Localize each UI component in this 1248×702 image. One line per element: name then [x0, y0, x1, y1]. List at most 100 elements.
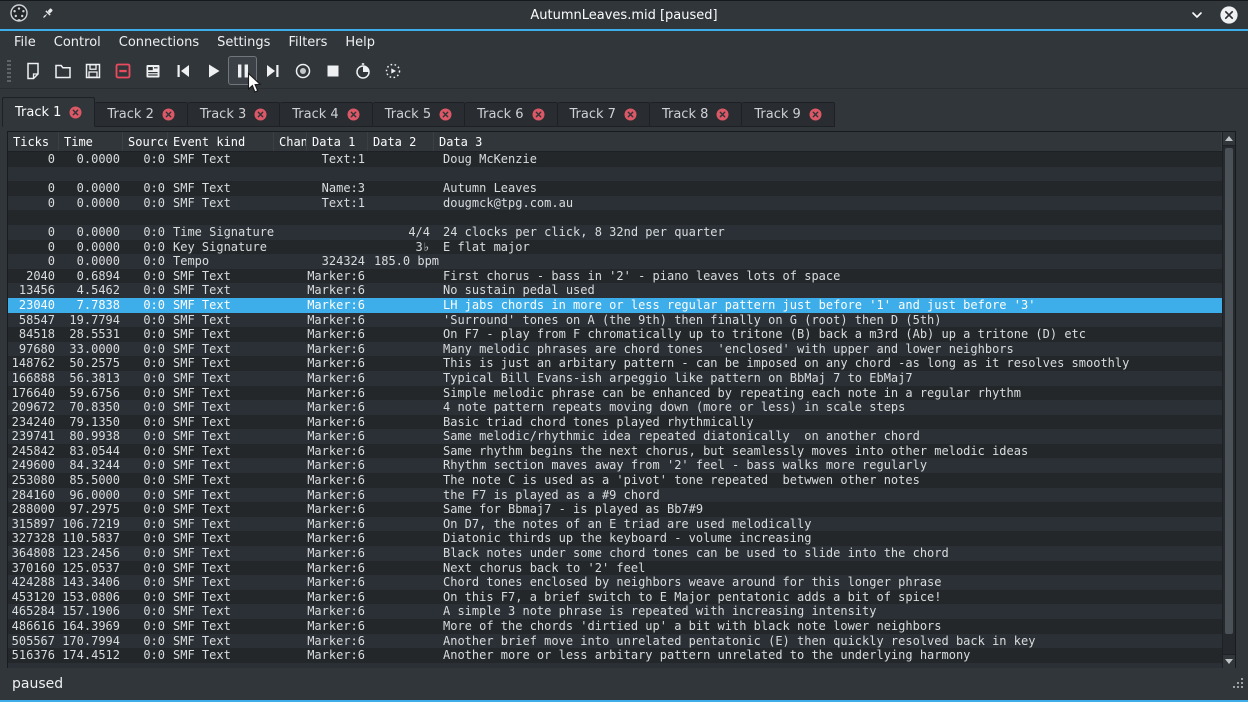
stop-button[interactable] — [318, 56, 347, 85]
column-header-source[interactable]: Source — [123, 132, 168, 151]
table-row[interactable] — [8, 167, 1222, 182]
event-table: TicksTimeSourceEvent kindChanData 1Data … — [7, 131, 1236, 669]
table-row[interactable]: 8451828.55310:0SMF TextMarker:6On F7 - p… — [8, 327, 1222, 342]
tab-close-icon[interactable] — [162, 108, 175, 121]
table-row[interactable]: 23424079.13500:0SMF TextMarker:6Basic tr… — [8, 415, 1222, 430]
cell-ticks: 453120 — [8, 590, 59, 605]
table-row[interactable]: 00.00000:0Tempo324324185.0 bpm — [8, 254, 1222, 269]
pause-button[interactable] — [228, 56, 257, 85]
table-row[interactable]: 364808123.24560:0SMF TextMarker:6Black n… — [8, 546, 1222, 561]
cell-event: SMF Text — [168, 619, 274, 634]
tab-track-4[interactable]: Track 4 — [280, 102, 372, 127]
tab-close-icon[interactable] — [254, 108, 267, 121]
table-row[interactable]: 516376174.45120:0SMF TextMarker:6Another… — [8, 648, 1222, 663]
tab-track-8[interactable]: Track 8 — [650, 102, 742, 127]
tab-close-icon[interactable] — [532, 108, 545, 121]
table-row[interactable]: 24960084.32440:0SMF TextMarker:6Rhythm s… — [8, 458, 1222, 473]
tab-track-2[interactable]: Track 2 — [95, 102, 187, 127]
menu-file[interactable]: File — [5, 33, 45, 52]
skip-backward-button[interactable] — [168, 56, 197, 85]
table-row[interactable]: 25308085.50000:0SMF TextMarker:6The note… — [8, 473, 1222, 488]
tab-track-7[interactable]: Track 7 — [558, 102, 650, 127]
table-row[interactable]: 00.00000:0Time Signature4/424 clocks per… — [8, 225, 1222, 240]
chevron-down-icon[interactable] — [1187, 5, 1207, 25]
tab-close-icon[interactable] — [809, 108, 822, 121]
timer-play-button[interactable] — [378, 56, 407, 85]
column-header-event[interactable]: Event kind — [168, 132, 274, 151]
table-row[interactable]: 23974180.99380:0SMF TextMarker:6Same mel… — [8, 429, 1222, 444]
table-row[interactable]: 16688856.38130:0SMF TextMarker:6Typical … — [8, 371, 1222, 386]
table-row[interactable]: 20400.68940:0SMF TextMarker:6First choru… — [8, 269, 1222, 284]
cell-data1: Marker:6 — [307, 648, 368, 663]
scrollbar-up-button[interactable] — [1223, 132, 1235, 146]
table-row[interactable]: 24584283.05440:0SMF TextMarker:6Same rhy… — [8, 444, 1222, 459]
table-row[interactable]: 327328110.58370:0SMF TextMarker:6Diatoni… — [8, 531, 1222, 546]
menu-connections[interactable]: Connections — [110, 33, 208, 52]
tab-track-6[interactable]: Track 6 — [465, 102, 557, 127]
tab-track-1[interactable]: Track 1 — [2, 97, 95, 127]
cell-chan — [274, 196, 307, 211]
menu-help[interactable]: Help — [336, 33, 384, 52]
skip-forward-button[interactable] — [258, 56, 287, 85]
table-row[interactable]: 424288143.34060:0SMF TextMarker:6Chord t… — [8, 575, 1222, 590]
table-row[interactable]: 465284157.19060:0SMF TextMarker:6A simpl… — [8, 604, 1222, 619]
titlebar[interactable]: AutumnLeaves.mid [paused] — [0, 1, 1248, 29]
menu-settings[interactable]: Settings — [208, 33, 279, 52]
tab-close-icon[interactable] — [716, 108, 729, 121]
scrollbar-down-button[interactable] — [1223, 654, 1235, 668]
tab-close-icon[interactable] — [439, 108, 452, 121]
scrollbar-thumb[interactable] — [1225, 148, 1233, 634]
column-header-chan[interactable]: Chan — [274, 132, 307, 151]
column-header-data2[interactable]: Data 2 — [368, 132, 434, 151]
vertical-scrollbar[interactable] — [1222, 132, 1235, 668]
tab-track-5[interactable]: Track 5 — [373, 102, 465, 127]
timer-button[interactable] — [348, 56, 377, 85]
table-row[interactable]: 14876250.25750:0SMF TextMarker:6This is … — [8, 356, 1222, 371]
open-file-button[interactable] — [48, 56, 77, 85]
tab-track-9[interactable]: Track 9 — [742, 102, 834, 127]
play-button[interactable] — [198, 56, 227, 85]
table-row[interactable]: 00.00000:0SMF TextText:1dougmck@tpg.com.… — [8, 196, 1222, 211]
column-header-data3[interactable]: Data 3 — [434, 132, 1222, 151]
record-button[interactable] — [288, 56, 317, 85]
table-row[interactable]: 9768033.00000:0SMF TextMarker:6Many melo… — [8, 342, 1222, 357]
column-header-time[interactable]: Time — [59, 132, 123, 151]
cell-event: SMF Text — [168, 181, 274, 196]
table-row[interactable]: 370160125.05370:0SMF TextMarker:6Next ch… — [8, 561, 1222, 576]
table-row[interactable]: 486616164.39690:0SMF TextMarker:6More of… — [8, 619, 1222, 634]
table-row[interactable]: 134564.54620:0SMF TextMarker:6No sustain… — [8, 283, 1222, 298]
tab-close-icon[interactable] — [347, 108, 360, 121]
table-row[interactable]: 315897106.72190:0SMF TextMarker:6On D7, … — [8, 517, 1222, 532]
cell-source: 0:0 — [123, 458, 168, 473]
close-file-button[interactable] — [108, 56, 137, 85]
resize-grip-icon[interactable] — [1230, 677, 1244, 695]
table-row[interactable]: 00.00000:0SMF TextName:3Autumn Leaves — [8, 181, 1222, 196]
table-row-selected[interactable]: 230407.78380:0SMF TextMarker:6LH jabs ch… — [8, 298, 1222, 313]
table-row[interactable]: 505567170.79940:0SMF TextMarker:6Another… — [8, 634, 1222, 649]
table-row[interactable]: 20967270.83500:0SMF TextMarker:64 note p… — [8, 400, 1222, 415]
cell-time: 80.9938 — [59, 429, 123, 444]
table-row[interactable]: 453120153.08060:0SMF TextMarker:6On this… — [8, 590, 1222, 605]
column-header-data1[interactable]: Data 1 — [307, 132, 368, 151]
pin-icon[interactable] — [40, 6, 55, 25]
tab-label: Track 6 — [477, 107, 523, 122]
tab-close-icon[interactable] — [69, 106, 82, 119]
table-row[interactable]: 5854719.77940:0SMF TextMarker:6'Surround… — [8, 313, 1222, 328]
menu-control[interactable]: Control — [45, 33, 110, 52]
tab-track-3[interactable]: Track 3 — [188, 102, 280, 127]
table-row[interactable] — [8, 210, 1222, 225]
table-row[interactable]: 28416096.00000:0SMF TextMarker:6the F7 i… — [8, 488, 1222, 503]
table-row[interactable]: 00.00000:0SMF TextText:1Doug McKenzie — [8, 152, 1222, 167]
save-file-button[interactable] — [78, 56, 107, 85]
table-row[interactable]: 00.00000:0Key Signature3♭E flat major — [8, 240, 1222, 255]
close-window-icon[interactable] — [1219, 5, 1239, 25]
column-header-ticks[interactable]: Ticks — [8, 132, 59, 151]
table-row[interactable]: 17664059.67560:0SMF TextMarker:6Simple m… — [8, 386, 1222, 401]
menu-filters[interactable]: Filters — [279, 33, 336, 52]
toolbar-drag-handle[interactable] — [7, 60, 11, 82]
table-row[interactable]: 28800097.29750:0SMF TextMarker:6Same for… — [8, 502, 1222, 517]
event-list-button[interactable] — [138, 56, 167, 85]
tab-close-icon[interactable] — [624, 108, 637, 121]
new-file-button[interactable] — [18, 56, 47, 85]
cell-chan — [274, 590, 307, 605]
